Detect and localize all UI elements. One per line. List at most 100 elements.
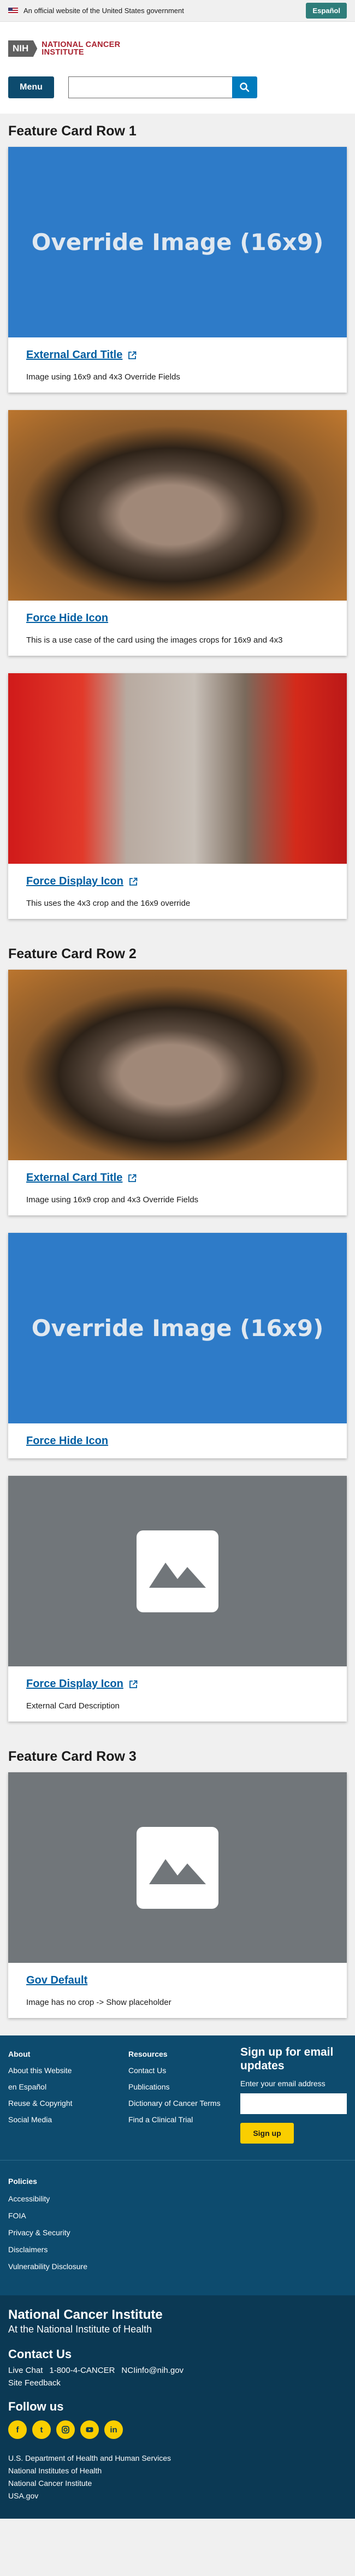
card-title-link[interactable]: Gov Default [26, 1974, 87, 1987]
agency-links: U.S. Department of Health and Human Serv… [8, 2452, 347, 2502]
image-placeholder-icon [149, 1562, 206, 1588]
email-link[interactable]: NCIinfo@nih.gov [121, 2366, 184, 2375]
footer-policies: Policies Accessibility FOIA Privacy & Se… [0, 2160, 355, 2295]
card-title-link[interactable]: Force Display Icon [26, 1678, 138, 1690]
card-title-link[interactable]: External Card Title [26, 349, 137, 361]
kitten-image [8, 970, 347, 1160]
feature-card[interactable]: Gov Default Image has no crop -> Show pla… [8, 1772, 347, 2018]
signup-button[interactable]: Sign up [240, 2123, 294, 2144]
card-row-title: Feature Card Row 3 [8, 1749, 137, 1764]
card-image: Override Image (16x9) [8, 1233, 347, 1423]
footer-bottom: National Cancer Institute At the Nationa… [0, 2295, 355, 2519]
card-body: Gov Default Image has no crop -> Show pla… [8, 1963, 347, 2018]
card-title: Force Hide Icon [26, 1435, 109, 1447]
card-row-title: Feature Card Row 1 [8, 123, 137, 139]
card-description: Image using 16x9 crop and 4x3 Override F… [26, 1195, 199, 1204]
feature-card[interactable]: Force Display Icon This uses the 4x3 crop… [8, 673, 347, 919]
card-description: Image has no crop -> Show placeholder [26, 1998, 171, 2007]
signup-heading: Sign up for email updates [240, 2046, 334, 2072]
feature-card[interactable]: Override Image (16x9) External Card Title… [8, 147, 347, 393]
org-name: National Cancer Institute [8, 2307, 163, 2322]
policy-link[interactable]: Accessibility [8, 2194, 347, 2203]
agency-link[interactable]: National Cancer Institute [8, 2477, 347, 2490]
footer-link[interactable]: en Español [8, 2082, 128, 2091]
espanol-button[interactable]: Español [306, 3, 347, 19]
card-title: External Card Title [26, 1172, 123, 1184]
footer-link[interactable]: Social Media [8, 2115, 128, 2124]
footer-link[interactable]: Find a Clinical Trial [128, 2115, 240, 2124]
feature-card[interactable]: External Card Title Image using 16x9 crop… [8, 970, 347, 1215]
gov-banner: An official website of the United States… [0, 0, 355, 22]
card-description: This is a use case of the card using the… [26, 636, 283, 645]
phone-link[interactable]: 1-800-4-CANCER [49, 2366, 115, 2375]
override-image-text: Override Image (16x9) [31, 1315, 324, 1342]
menu-button[interactable]: Menu [8, 76, 54, 98]
card-body: External Card Title Image using 16x9 crop… [8, 1160, 347, 1215]
footer-link[interactable]: Reuse & Copyright [8, 2099, 128, 2108]
footer-link[interactable]: Dictionary of Cancer Terms [128, 2099, 240, 2108]
footer-about-heading: About [8, 2050, 31, 2058]
card-description: This uses the 4x3 crop and the 16x9 over… [26, 899, 191, 908]
nih-logo-badge: NIH [8, 40, 38, 57]
card-title-link[interactable]: Force Hide Icon [26, 1435, 108, 1447]
nci-logo[interactable]: NIH NATIONAL CANCER INSTITUTE [8, 36, 347, 61]
live-chat-link[interactable]: Live Chat [8, 2366, 43, 2375]
policy-link[interactable]: FOIA [8, 2211, 347, 2220]
card-body: External Card Title Image using 16x9 and … [8, 337, 347, 393]
kitten-image [8, 410, 347, 601]
youtube-icon[interactable] [80, 2420, 99, 2439]
card-title-link[interactable]: Force Hide Icon [26, 612, 108, 625]
site-feedback-link[interactable]: Site Feedback [8, 2378, 347, 2388]
footer-top: About About this Website en Español Reus… [0, 2035, 355, 2160]
card-title: Force Hide Icon [26, 612, 109, 624]
agency-link[interactable]: U.S. Department of Health and Human Serv… [8, 2452, 347, 2465]
policy-link[interactable]: Disclaimers [8, 2245, 347, 2254]
footer-link[interactable]: Publications [128, 2082, 240, 2091]
footer-link[interactable]: About this Website [8, 2066, 128, 2075]
card-body: Force Display Icon External Card Descript… [8, 1666, 347, 1722]
card-title-link[interactable]: Force Display Icon [26, 875, 138, 888]
facebook-icon[interactable]: f [8, 2420, 27, 2439]
policies-heading: Policies [8, 2177, 37, 2186]
card-body: Force Display Icon This uses the 4x3 crop… [8, 864, 347, 919]
card-body: Force Hide Icon This is a use case of the… [8, 601, 347, 656]
card-image-placeholder [8, 1772, 347, 1963]
card-description: Image using 16x9 and 4x3 Override Fields [26, 372, 180, 382]
agency-link[interactable]: USA.gov [8, 2490, 347, 2502]
footer-link[interactable]: Contact Us [128, 2066, 240, 2075]
card-image: Override Image (16x9) [8, 147, 347, 337]
policy-link[interactable]: Privacy & Security [8, 2228, 347, 2237]
instagram-icon[interactable] [56, 2420, 75, 2439]
twitter-icon[interactable]: t [32, 2420, 51, 2439]
search-icon [240, 82, 250, 92]
search-button[interactable] [232, 76, 257, 98]
card-title: Force Display Icon [26, 1678, 123, 1690]
feature-card[interactable]: Force Hide Icon This is a use case of the… [8, 410, 347, 656]
footer-resources: Resources Contact Us Publications Dictio… [128, 2050, 240, 2144]
site-header: NIH NATIONAL CANCER INSTITUTE Menu [0, 22, 355, 114]
agency-link[interactable]: National Institutes of Health [8, 2465, 347, 2477]
card-title: External Card Title [26, 349, 123, 361]
email-field[interactable] [240, 2093, 347, 2114]
search-input[interactable] [68, 76, 232, 98]
card-image-placeholder [8, 1476, 347, 1666]
feature-card[interactable]: Force Display Icon External Card Descript… [8, 1476, 347, 1722]
footer-resources-heading: Resources [128, 2050, 168, 2058]
card-title-link[interactable]: External Card Title [26, 1172, 137, 1184]
follow-heading: Follow us [8, 2400, 64, 2413]
us-flag-icon [8, 7, 18, 14]
email-signup: Sign up for email updates Enter your ema… [240, 2046, 347, 2144]
external-link-icon [129, 1680, 138, 1688]
external-link-icon [128, 351, 137, 359]
policy-link[interactable]: Vulnerability Disclosure [8, 2262, 347, 2271]
linkedin-icon[interactable]: in [104, 2420, 123, 2439]
contact-heading: Contact Us [8, 2347, 72, 2361]
kitten-image [8, 673, 347, 864]
email-label: Enter your email address [240, 2079, 326, 2088]
feature-card[interactable]: Override Image (16x9) Force Hide Icon [8, 1233, 347, 1458]
org-subtitle: At the National Institute of Health [8, 2324, 152, 2335]
card-description: External Card Description [26, 1701, 120, 1711]
card-title: Force Display Icon [26, 875, 123, 887]
social-links: f t in [8, 2420, 347, 2439]
override-image-text: Override Image (16x9) [31, 229, 324, 256]
